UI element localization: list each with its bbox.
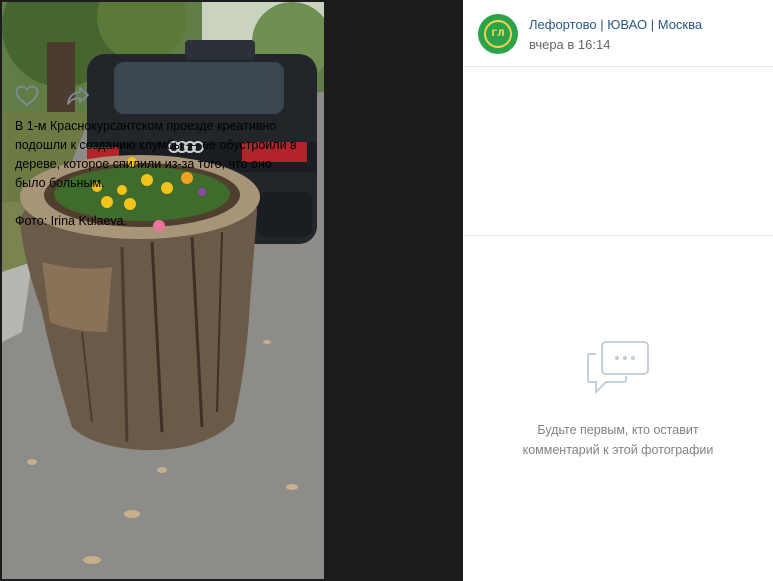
photo-tree-stump-flowerbed [2,2,324,579]
comment-bubble-icon [463,340,773,398]
share-arrow-icon[interactable] [66,86,90,110]
comments-divider [463,235,773,236]
post-text: В 1-м Краснокурсантском проезде креативн… [15,117,300,231]
comments-empty-line1: Будьте первым, кто оставит [537,423,699,437]
post-photo[interactable] [2,2,324,579]
heart-icon[interactable] [15,85,39,111]
post-header: ГЛ Лефортово | ЮВАО | Москва вчера в 16:… [463,0,773,67]
post-info-panel: ГЛ Лефортово | ЮВАО | Москва вчера в 16:… [463,0,773,581]
avatar-logo: ГЛ [484,20,512,48]
author-link[interactable]: Лефортово | ЮВАО | Москва [529,17,702,32]
avatar[interactable]: ГЛ [478,14,518,54]
post-date[interactable]: вчера в 16:14 [529,37,610,52]
comments-empty-text: Будьте первым, кто оставит комментарий к… [463,420,773,460]
post-text-credit: Фото: Irina Kulaeva. [15,214,128,228]
comments-empty-state: Будьте первым, кто оставит комментарий к… [463,340,773,460]
comments-empty-line2: комментарий к этой фотографии [522,443,714,457]
post-text-main: В 1-м Краснокурсантском проезде креативн… [15,119,297,190]
